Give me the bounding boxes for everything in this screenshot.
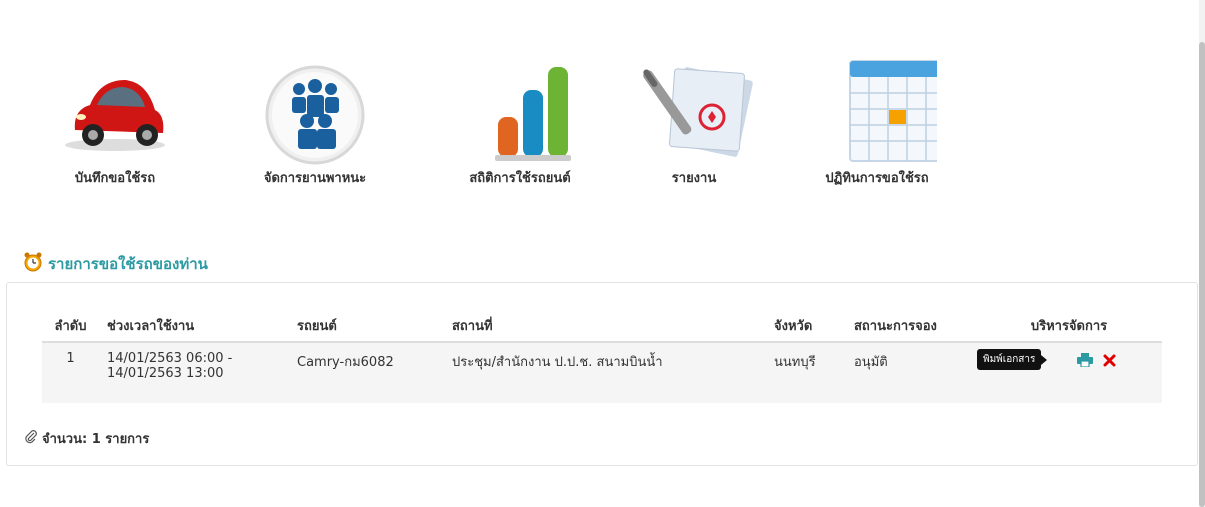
cell-time-end: 14/01/2563 13:00 <box>107 366 224 381</box>
alarm-clock-icon <box>22 251 44 277</box>
table-header-row: ลำดับ ช่วงเวลาใช้งาน รถยนต์ สถานที่ จังห… <box>42 310 1162 343</box>
record-count: จำนวน: 1 รายการ <box>24 428 149 449</box>
section-header: รายการขอใช้รถของท่าน <box>22 251 208 277</box>
col-header-car: รถยนต์ <box>289 310 444 343</box>
menu-label: รายงาน <box>671 171 717 186</box>
menu-label: ปฏิทินการขอใช้รถ <box>825 171 929 186</box>
document-icon <box>614 55 774 165</box>
car-icon <box>35 55 195 165</box>
col-header-manage: บริหารจัดการ <box>976 310 1162 343</box>
cell-place: ประชุม/สำนักงาน ป.ป.ช. สนามบินน้ำ <box>444 342 766 403</box>
booking-table: ลำดับ ช่วงเวลาใช้งาน รถยนต์ สถานที่ จังห… <box>42 310 1162 403</box>
cell-time-start: 14/01/2563 06:00 - <box>107 351 233 366</box>
table-row: 1 14/01/2563 06:00 - 14/01/2563 13:00 Ca… <box>42 342 1162 403</box>
col-header-no: ลำดับ <box>42 310 99 343</box>
menu-item-report[interactable]: รายงาน <box>614 55 774 188</box>
paperclip-icon <box>24 429 38 448</box>
tooltip: พิมพ์เอกสาร <box>977 349 1048 370</box>
menu-label: สถิติการใช้รถยนต์ <box>469 171 571 186</box>
menu-label: จัดการยานพาหนะ <box>263 171 367 186</box>
cell-province: นนทบุรี <box>766 342 846 403</box>
col-header-province: จังหวัด <box>766 310 846 343</box>
cell-status: อนุมัติ <box>846 342 976 403</box>
cell-actions: พิมพ์เอกสาร <box>976 342 1162 403</box>
menu-item-request-car[interactable]: บันทึกขอใช้รถ <box>35 55 195 188</box>
menu-label: บันทึกขอใช้รถ <box>74 171 156 186</box>
col-header-place: สถานที่ <box>444 310 766 343</box>
users-icon <box>235 55 395 165</box>
record-count-label: จำนวน: 1 รายการ <box>42 432 150 447</box>
col-header-time: ช่วงเวลาใช้งาน <box>99 310 289 343</box>
bar-chart-icon <box>440 55 600 165</box>
col-header-status: สถานะการจอง <box>846 310 976 343</box>
section-title: รายการขอใช้รถของท่าน <box>48 255 208 273</box>
menu-item-manage-vehicles[interactable]: จัดการยานพาหนะ <box>235 55 395 188</box>
cell-car: Camry-กม6082 <box>289 342 444 403</box>
menu-item-calendar[interactable]: ปฏิทินการขอใช้รถ <box>797 55 957 188</box>
scrollbar-thumb[interactable] <box>1199 42 1205 507</box>
print-icon[interactable] <box>1077 353 1093 371</box>
cell-time: 14/01/2563 06:00 - 14/01/2563 13:00 <box>99 342 289 403</box>
cell-no: 1 <box>42 342 99 403</box>
menu-item-statistics[interactable]: สถิติการใช้รถยนต์ <box>440 55 600 188</box>
delete-icon[interactable] <box>1103 354 1116 371</box>
row-actions: พิมพ์เอกสาร <box>977 349 1116 371</box>
calendar-icon <box>797 55 957 165</box>
